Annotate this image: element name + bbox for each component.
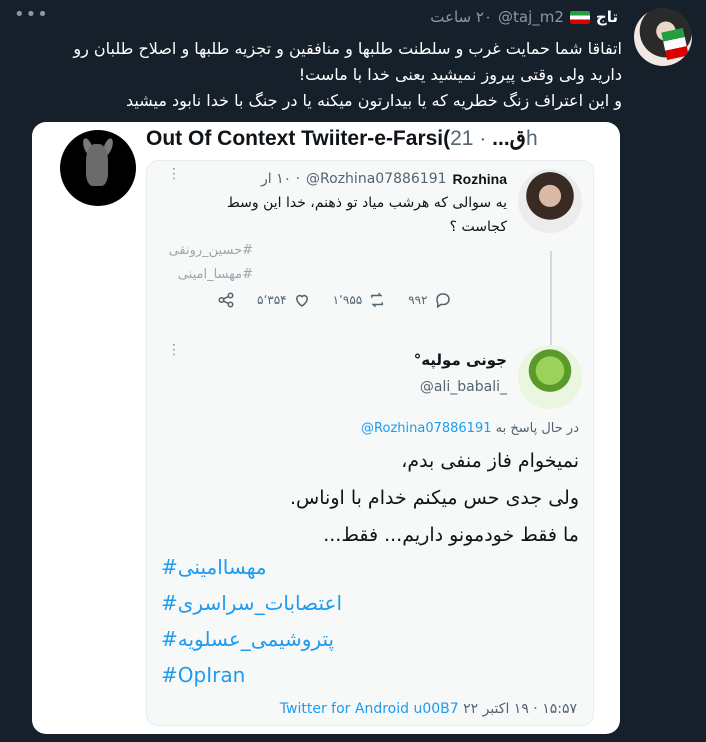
avatar	[518, 345, 582, 409]
hashtag: #مهسا_امینی	[177, 267, 253, 282]
display-name: ﺟﻮﻧﯽ ﻣﻮﻟﭙﻪ°	[413, 351, 507, 369]
handle: @Rozhina07886191	[306, 171, 447, 187]
tweet-text: اتفاقا شما حمایت غرب و سلطنت طلبها و منا…	[22, 36, 622, 114]
tweet-header: تاج @taj_m2 ۲۰ ساعت	[430, 8, 618, 26]
handle: @ali_babali_	[419, 379, 507, 395]
tweet-line: دارید ولی وقتی پیروز نمیشید یعنی خدا با …	[298, 65, 622, 84]
tweet-line: و این اعتراف زنگ خطریه که یا بیدارتون می…	[126, 91, 622, 110]
hashtag: #پتروشیمی_عسلویه	[161, 627, 335, 651]
reply-handle: @Rozhina07886191	[361, 421, 492, 436]
display-name: Rozhina	[452, 171, 507, 187]
retweet-action: ۱٬۹۵۵	[333, 291, 387, 309]
replying-to-label: در حال پاسخ به	[495, 421, 579, 436]
reply-action: ۹۹۲	[408, 291, 451, 309]
hashtag: #اعتصابات_سراسری	[161, 591, 343, 615]
handle[interactable]: @taj_m2	[498, 8, 564, 26]
like-action: ۵٬۳۵۴	[257, 291, 311, 309]
hashtag: #OpIran	[161, 663, 246, 687]
retweet-icon	[371, 292, 384, 308]
more-options-icon: ⋮	[167, 342, 181, 358]
heart-icon	[295, 294, 308, 307]
flag-icon	[661, 28, 689, 60]
hashtag: #حسین_رونقی	[168, 243, 253, 258]
more-options-icon: ⋮	[167, 166, 181, 182]
iran-flag-icon	[569, 10, 590, 24]
text-line: نمیخوام فاز منفی بدم،	[401, 450, 579, 472]
text-line: ولی جدی حس میکنم خدام با اوناس.	[290, 487, 579, 509]
like-count: ۵٬۳۵۴	[257, 293, 287, 307]
tweet-line: اتفاقا شما حمایت غرب و سلطنت طلبها و منا…	[73, 39, 622, 58]
avatar	[60, 130, 136, 206]
reply-header: Rozhina @Rozhina07886191 · ۱۰ ار	[261, 171, 507, 187]
quoted-tweet: ⋮ Rozhina @Rozhina07886191 · ۱۰ ار یه سو…	[146, 160, 594, 726]
attached-image[interactable]: Out Of Context Twiiter-e-Farsi(ق... · 21…	[32, 122, 620, 734]
share-icon	[218, 292, 234, 308]
reply-text: یه سوالی که هرشب میاد تو ذهنم، خدا این و…	[226, 195, 507, 235]
hashtag: #مهساامینی	[161, 555, 267, 579]
avatar	[518, 169, 582, 233]
footer-source: Twitter for Android u00B7	[279, 701, 459, 717]
card-title: Out Of Context Twiiter-e-Farsi(ق... · 21…	[146, 126, 538, 151]
display-name[interactable]: تاج	[596, 8, 618, 26]
reply-count: ۹۹۲	[408, 293, 428, 307]
answer-text: نمیخوام فاز منفی بدم، ولی جدی حس میکنم خ…	[159, 443, 579, 554]
replying-to: در حال پاسخ به @Rozhina07886191	[361, 421, 579, 436]
retweet-count: ۱٬۹۵۵	[332, 293, 363, 307]
text-line: ما فقط خودمونو داریم... فقط...	[323, 524, 579, 546]
footer-time: ۱۵:۵۷ · ۱۹ اکتبر ۲۲	[463, 701, 577, 717]
tweet-footer: ۱۵:۵۷ · ۱۹ اکتبر ۲۲ Twitter for Android …	[280, 701, 577, 717]
share-action	[217, 291, 235, 309]
reply-icon	[435, 293, 450, 309]
avatar[interactable]	[634, 8, 692, 66]
more-options-icon[interactable]: •••	[14, 4, 49, 25]
timestamp: · ۱۰ ار	[260, 171, 301, 187]
timestamp[interactable]: ۲۰ ساعت	[430, 8, 492, 26]
tweet-actions: ۵٬۳۵۴ ۱٬۹۵۵ ۹۹۲	[217, 291, 452, 309]
